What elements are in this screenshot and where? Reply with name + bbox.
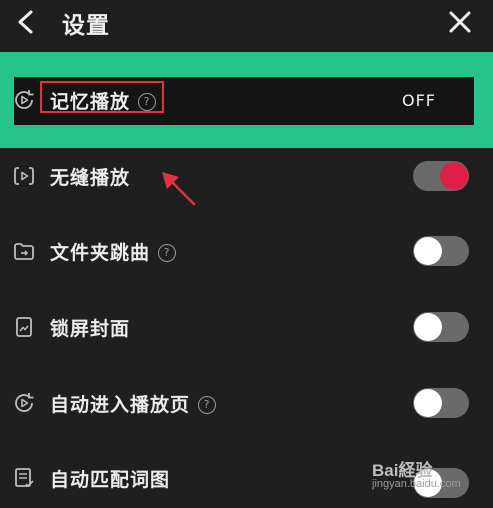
setting-row-seamless-playback[interactable]: 无缝播放	[0, 146, 493, 206]
setting-label-text: 文件夹跳曲	[50, 242, 151, 264]
setting-label: 文件夹跳曲?	[50, 238, 177, 265]
top-bar: 设置	[0, 0, 493, 46]
setting-label: 锁屏封面	[50, 318, 131, 340]
close-icon	[449, 11, 471, 33]
toggle-knob	[440, 162, 468, 190]
toggle-switch[interactable]	[413, 161, 469, 191]
toggle-knob	[414, 313, 442, 341]
playback-resume-icon	[15, 90, 34, 109]
toggle-knob	[414, 389, 442, 417]
watermark: Bai経验 jingyan.baidu.com	[372, 456, 472, 496]
auto-enter-player-icon	[15, 393, 34, 412]
toggle-switch[interactable]	[413, 388, 469, 418]
folder-skip-icon	[14, 243, 34, 260]
setting-row-auto-enter-player[interactable]: 自动进入播放页?	[0, 373, 493, 433]
chevron-left-icon	[18, 10, 33, 34]
page-title: 设置	[62, 13, 110, 39]
setting-label: 自动匹配词图	[50, 469, 171, 491]
setting-value[interactable]: OFF	[402, 91, 436, 110]
seamless-play-icon	[14, 167, 34, 185]
lockscreen-cover-icon	[16, 317, 32, 337]
annotation-box	[40, 81, 164, 113]
toggle-knob	[414, 237, 442, 265]
setting-label: 无缝播放	[50, 167, 131, 189]
back-button[interactable]	[6, 2, 46, 42]
close-button[interactable]	[440, 2, 480, 42]
setting-label: 自动进入播放页?	[50, 390, 217, 417]
auto-match-lyrics-icon	[15, 468, 34, 488]
setting-row-lockscreen-cover[interactable]: 锁屏封面	[0, 297, 493, 357]
watermark-sub: jingyan.baidu.com	[372, 478, 461, 490]
arrow-icon	[162, 172, 196, 206]
help-icon[interactable]: ?	[198, 396, 217, 414]
toggle-switch[interactable]	[413, 312, 469, 342]
toggle-switch[interactable]	[413, 236, 469, 266]
help-icon[interactable]: ?	[158, 244, 177, 262]
setting-label-text: 自动进入播放页	[50, 394, 191, 416]
setting-row-folder-skip[interactable]: 文件夹跳曲?	[0, 221, 493, 281]
